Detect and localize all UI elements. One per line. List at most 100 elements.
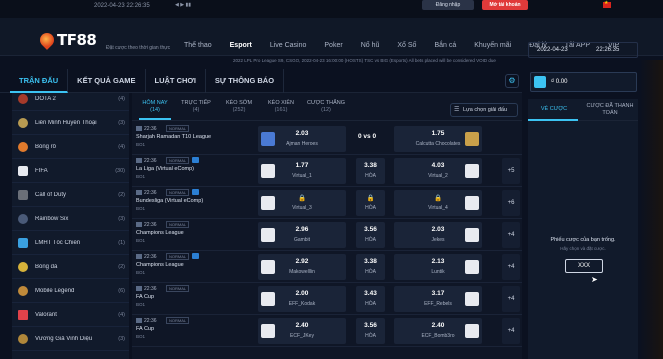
home-odd-button[interactable]: 2.03 Ajman Heroes xyxy=(258,126,346,152)
odd-value: 2.92 xyxy=(295,258,309,265)
draw-odd-button[interactable]: 3.38 HÒA xyxy=(356,254,385,280)
menu-item-poker[interactable]: Poker xyxy=(324,42,342,49)
login-button[interactable]: Đăng nhập xyxy=(422,0,474,10)
home-odd-button[interactable]: 2.92 Makowelllin xyxy=(258,254,346,280)
subtab-hom-nay[interactable]: HÔM NAY (14) xyxy=(140,100,170,113)
honor-of-kings-icon xyxy=(18,333,28,344)
away-odd-button[interactable]: 🔒 Virtual_4 xyxy=(394,190,482,216)
clock-icon xyxy=(136,318,142,324)
menu-item-xo-so[interactable]: Xổ Số xyxy=(397,42,416,49)
odd-value: 4.03 xyxy=(431,162,445,169)
play-icon[interactable]: ◀ ▶ ▮▮ xyxy=(175,2,191,8)
more-markets-button[interactable]: +6 xyxy=(502,190,520,216)
match-row: 22:36 NORMAL Champions League BO1 2.92 M… xyxy=(132,251,522,283)
tab-ket-qua-game[interactable]: KẾT QUẢ GAME xyxy=(68,68,146,93)
sidebar-item-bong-da[interactable]: Bóng đá (2) xyxy=(12,255,129,279)
tab-luat-choi[interactable]: LUẬT CHƠI xyxy=(146,68,206,93)
home-odd-button[interactable]: 2.96 Gambit xyxy=(258,222,346,248)
subtab-cuoc-thang[interactable]: CƯỢC THẮNG (12) xyxy=(306,100,346,113)
draw-odd-button[interactable]: 🔒 HÒA xyxy=(356,190,385,216)
tab-su-thong-bao[interactable]: SỰ THÔNG BÁO xyxy=(206,68,285,93)
fifa-icon xyxy=(18,165,28,176)
more-markets-button[interactable]: +4 xyxy=(502,286,520,312)
draw-label: HÒA xyxy=(365,205,376,211)
match-time: 22:36 xyxy=(136,222,157,228)
subtab-keo-xien[interactable]: KÈO XIÊN (161) xyxy=(266,100,296,113)
draw-odd-button[interactable]: 3.38 HÒA xyxy=(356,158,385,184)
live-video-icon[interactable] xyxy=(192,189,199,195)
sidebar-item-mobile-legend[interactable]: Mobile Legend (6) xyxy=(12,279,129,303)
lock-icon: 🔒 xyxy=(366,195,375,202)
more-markets-button[interactable]: +4 xyxy=(502,254,520,280)
away-odd-button[interactable]: 2.40 ECF_Bomb3ro xyxy=(394,318,482,344)
lock-icon: 🔒 xyxy=(297,195,307,202)
live-video-icon[interactable] xyxy=(192,157,199,163)
tab-ve-cuoc[interactable]: VÉ CƯỢC xyxy=(532,106,576,113)
sidebar-item-fifa[interactable]: FIFA (30) xyxy=(12,159,129,183)
home-odd-button[interactable]: 2.40 ECF_JKey xyxy=(258,318,346,344)
odd-value: 1.77 xyxy=(295,162,309,169)
sidebar-item-count: (2) xyxy=(118,263,125,270)
draw-label: HÒA xyxy=(365,301,376,307)
sidebar-item-valorant[interactable]: Valorant (4) xyxy=(12,303,129,327)
away-odd-button[interactable]: 4.03 Virtual_2 xyxy=(394,158,482,184)
menu-item-esport[interactable]: Esport xyxy=(230,42,252,49)
sidebar-item-count: (2) xyxy=(118,191,125,198)
draw-odd-button[interactable]: 3.56 HÒA xyxy=(356,222,385,248)
more-markets-button[interactable]: +4 xyxy=(502,222,520,248)
wallet-balance[interactable]: ₫ 0.00 xyxy=(530,72,637,92)
home-odd-button[interactable]: 2.00 EFF_Kodak xyxy=(258,286,346,312)
team-name: Makowelllin xyxy=(289,269,315,275)
bet-slip-panel: VÉ CƯỢC CƯỢC ĐÃ THANH TOÁN Phiếu cược củ… xyxy=(528,99,638,359)
subtab-count: (4) xyxy=(192,106,200,113)
best-of: BO1 xyxy=(136,142,146,147)
empty-slip-hint: Hãy chọn và đặt cược. xyxy=(560,246,606,251)
language-flag-icon[interactable] xyxy=(603,0,611,8)
home-odd-button[interactable]: 🔒 Virtual_3 xyxy=(258,190,346,216)
match-tag: NORMAL xyxy=(166,221,190,228)
empty-slip-message: Phiếu cược của bạn trống. xyxy=(550,237,616,243)
register-button[interactable]: Mở tài khoản xyxy=(482,0,528,10)
league-name: Bundesliga (Virtual eComp) xyxy=(136,198,204,204)
tab-tran-dau[interactable]: TRẬN ĐẤU xyxy=(10,68,69,93)
match-time: 22:36 xyxy=(136,126,157,132)
sidebar-item-dota2[interactable]: DOTA 2 (4) xyxy=(12,93,129,111)
lock-icon: 🔒 xyxy=(433,195,443,202)
menu-item-live-casino[interactable]: Live Casino xyxy=(270,42,307,49)
subtab-truc-tiep[interactable]: TRỰC TIẾP (4) xyxy=(180,100,212,113)
mouse-cursor-icon: ➤ xyxy=(591,275,598,284)
sidebar-item-rainbow-six[interactable]: Rainbow Six (3) xyxy=(12,207,129,231)
draw-odd-button[interactable]: 3.56 HÒA xyxy=(356,318,385,344)
away-odd-button[interactable]: 2.13 Luntik xyxy=(394,254,482,280)
menu-item-khuyen-mai[interactable]: Khuyến mãi xyxy=(474,42,511,49)
sidebar-item-lmht-toc-chien[interactable]: LMHT Tốc Chiến (1) xyxy=(12,231,129,255)
draw-odd-button[interactable]: 3.43 HÒA xyxy=(356,286,385,312)
away-odd-button[interactable]: 3.17 EFF_Rebels xyxy=(394,286,482,312)
odd-value: 2.96 xyxy=(295,226,309,233)
match-row: 22:36 NORMAL Sharjah Ramadan T10 League … xyxy=(132,123,522,155)
match-time: 22:36 xyxy=(136,158,157,164)
menu-item-no-hu[interactable]: Nổ hũ xyxy=(361,42,380,49)
league-filter-button[interactable]: Lựa chọn giải đấu xyxy=(450,103,518,117)
team-name: Ajman Heroes xyxy=(286,141,318,147)
best-of: BO1 xyxy=(136,302,146,307)
subtab-keo-som[interactable]: KÈO SỚM (252) xyxy=(224,100,254,113)
clock-icon xyxy=(136,190,142,196)
sidebar-item-bong-ro[interactable]: Bóng rổ (4) xyxy=(12,135,129,159)
menu-item-ban-ca[interactable]: Bắn cá xyxy=(434,42,456,49)
settings-gear-icon[interactable]: ⚙ xyxy=(505,74,519,88)
brand-logo[interactable]: TF88 xyxy=(37,30,97,50)
live-video-icon[interactable] xyxy=(192,253,199,259)
sidebar-item-call-of-duty[interactable]: Call of Duty (2) xyxy=(12,183,129,207)
tab-cuoc-da-thanh-toan[interactable]: CƯỢC ĐÃ THANH TOÁN xyxy=(584,103,636,116)
away-odd-button[interactable]: 2.03 Jekes xyxy=(394,222,482,248)
draw-label: HÒA xyxy=(365,269,376,275)
home-odd-button[interactable]: 1.77 Virtual_1 xyxy=(258,158,346,184)
away-odd-button[interactable]: 1.75 Calcutta Chocolates xyxy=(394,126,482,152)
more-markets-button[interactable]: +4 xyxy=(502,318,520,344)
sidebar-item-vuong-gia-vinh-dieu[interactable]: Vương Giả Vinh Diệu (3) xyxy=(12,327,129,351)
more-markets-button[interactable]: +5 xyxy=(502,158,520,184)
menu-item-the-thao[interactable]: Thể thao xyxy=(184,42,212,49)
slip-action-button[interactable]: XXX xyxy=(565,259,603,273)
sidebar-item-lmht[interactable]: Liên Minh Huyền Thoại (3) xyxy=(12,111,129,135)
